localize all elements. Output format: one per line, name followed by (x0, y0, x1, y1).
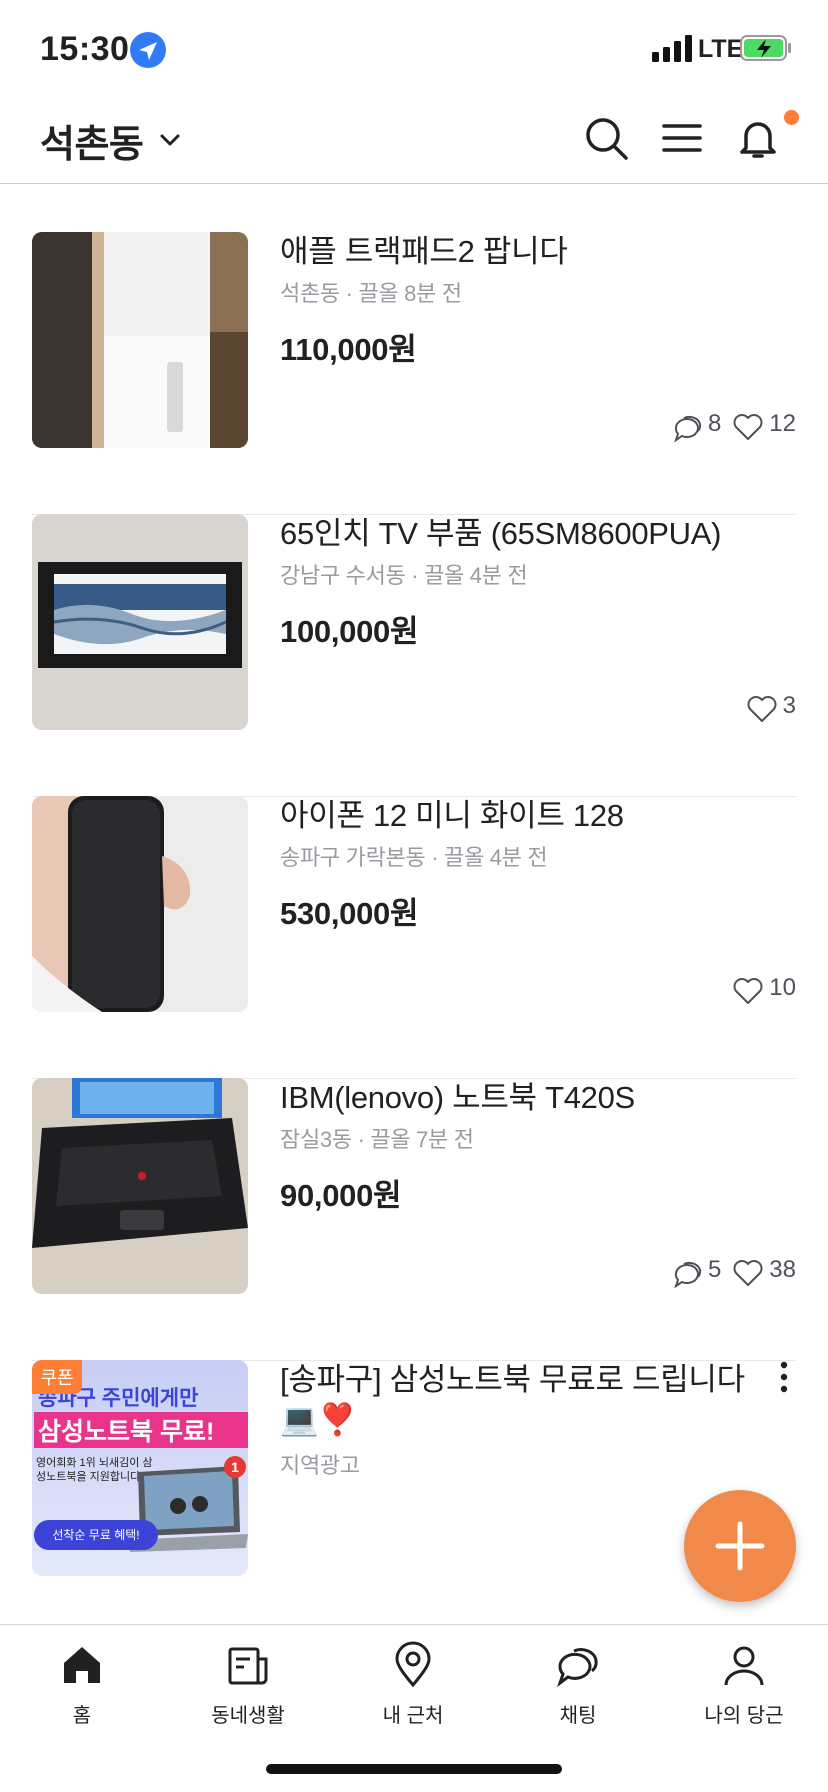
like-count: 10 (731, 974, 796, 1008)
menu-icon[interactable] (658, 114, 706, 162)
cell-signal-icon (652, 35, 692, 62)
heart-icon (733, 978, 763, 1004)
ad-item[interactable]: 송파구 주민에게만 삼성노트북 무료! 영어회화 1위 뇌새김이 삼성노트북을 … (32, 1360, 796, 1643)
tab-chat[interactable]: 채팅 (513, 1641, 643, 1741)
heart-icon (733, 414, 763, 440)
tab-neighborhood[interactable]: 동네생활 (183, 1641, 313, 1741)
status-time: 15:30 (40, 30, 130, 68)
more-options-icon[interactable] (778, 1360, 790, 1394)
item-thumbnail (32, 514, 248, 730)
home-icon (64, 1647, 100, 1683)
like-count-value: 38 (769, 1256, 796, 1283)
like-count: 38 (731, 1256, 796, 1290)
notification-bell-icon[interactable] (734, 114, 782, 162)
tab-my-profile[interactable]: 나의 당근 (679, 1641, 809, 1741)
plus-icon (715, 1521, 765, 1571)
tab-nearby[interactable]: 내 근처 (348, 1641, 478, 1741)
add-post-button[interactable] (684, 1490, 796, 1602)
newspaper-icon (228, 1647, 268, 1685)
banner-cta: 선착순 무료 혜택! (34, 1520, 158, 1550)
item-title: 아이폰 12 미니 화이트 128 (280, 798, 624, 833)
like-count: 12 (731, 410, 796, 444)
comment-count: 8 (670, 410, 721, 444)
list-item[interactable]: 아이폰 12 미니 화이트 128 송파구 가락본동 · 끌올 4분 전 530… (32, 796, 796, 1079)
item-title: 애플 트랙패드2 팝니다 (280, 234, 568, 269)
item-meta: 강남구 수서동 · 끌올 4분 전 (280, 563, 528, 588)
ad-banner: 송파구 주민에게만 삼성노트북 무료! 영어회화 1위 뇌새김이 삼성노트북을 … (32, 1360, 248, 1576)
item-thumbnail (32, 796, 248, 1012)
banner-headline-2: 삼성노트북 무료! (34, 1412, 248, 1448)
tab-label: 내 근처 (382, 1705, 444, 1727)
map-pin-icon (395, 1641, 431, 1688)
list-item[interactable]: 애플 트랙패드2 팝니다 석촌동 · 끌올 8분 전 110,000원 8 12 (32, 232, 796, 515)
item-price: 90,000원 (280, 1178, 402, 1213)
tab-label: 나의 당근 (704, 1705, 784, 1727)
item-meta: 잠실3동 · 끌올 7분 전 (280, 1127, 474, 1152)
battery-charging-icon (740, 35, 791, 61)
like-count-value: 10 (769, 974, 796, 1001)
banner-notification-badge: 1 (224, 1456, 246, 1478)
item-thumbnail (32, 1078, 248, 1294)
item-price: 100,000원 (280, 614, 419, 649)
item-meta: 송파구 가락본동 · 끌올 4분 전 (280, 845, 548, 870)
item-stats: 8 12 (670, 410, 796, 444)
like-count: 3 (745, 692, 796, 726)
like-count-value: 3 (782, 692, 796, 719)
list-item[interactable]: IBM(lenovo) 노트북 T420S 잠실3동 · 끌올 7분 전 90,… (32, 1078, 796, 1361)
tab-label: 홈 (72, 1705, 92, 1727)
heart-icon (747, 696, 777, 722)
item-price: 110,000원 (280, 332, 417, 367)
chat-bubble-icon (674, 1261, 702, 1289)
tab-label: 동네생활 (211, 1705, 285, 1727)
location-selector[interactable]: 석촌동 (40, 113, 144, 168)
item-stats: 3 (745, 692, 796, 726)
network-type: LTE (698, 35, 744, 63)
status-bar: 15:30 LTE (0, 0, 828, 96)
comment-count: 5 (670, 1256, 721, 1290)
ad-meta: 지역광고 (280, 1453, 360, 1478)
item-title: 65인치 TV 부품 (65SM8600PUA) (280, 516, 722, 551)
search-icon[interactable] (582, 114, 630, 162)
item-stats: 5 38 (670, 1256, 796, 1290)
tab-label: 채팅 (559, 1705, 597, 1727)
notification-dot (784, 110, 799, 125)
item-title: IBM(lenovo) 노트북 T420S (280, 1080, 635, 1115)
home-indicator (266, 1764, 562, 1774)
chat-icon (557, 1648, 598, 1688)
item-meta: 석촌동 · 끌올 8분 전 (280, 281, 462, 306)
tab-home[interactable]: 홈 (17, 1641, 147, 1741)
item-stats: 10 (731, 974, 796, 1008)
item-thumbnail (32, 232, 248, 448)
item-price: 530,000원 (280, 896, 419, 931)
like-count-value: 12 (769, 410, 796, 437)
coupon-badge: 쿠폰 (32, 1360, 82, 1394)
chat-bubble-icon (674, 415, 702, 443)
chevron-down-icon[interactable] (158, 128, 182, 152)
top-header: 석촌동 (0, 96, 828, 184)
location-arrow-icon (130, 32, 166, 68)
person-icon (724, 1646, 764, 1686)
ad-title: [송파구] 삼성노트북 무료로 드립니다💻❣️ (280, 1362, 745, 1437)
comment-count-value: 8 (707, 410, 722, 437)
list-item[interactable]: 65인치 TV 부품 (65SM8600PUA) 강남구 수서동 · 끌올 4분… (32, 514, 796, 797)
comment-count-value: 5 (707, 1256, 722, 1283)
heart-icon (733, 1260, 763, 1286)
